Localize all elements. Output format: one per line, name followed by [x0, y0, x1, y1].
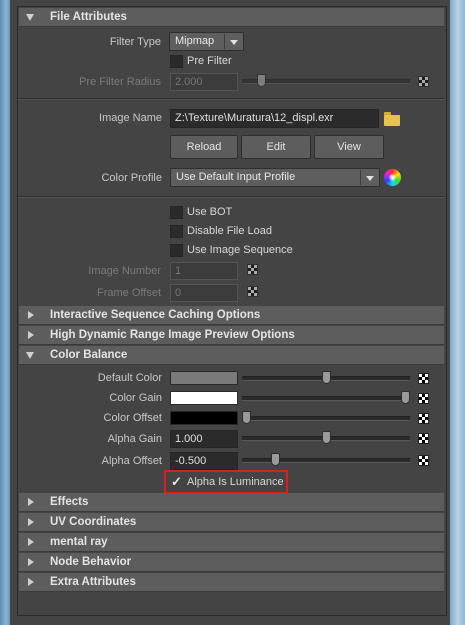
- alpha-gain-field[interactable]: 1.000: [170, 430, 238, 448]
- color-management-icon[interactable]: [384, 169, 401, 186]
- use-image-sequence-checkbox[interactable]: [170, 244, 183, 257]
- collapsed-arrow-icon: [28, 311, 34, 319]
- pre-filter-radius-slider-track[interactable]: [242, 79, 410, 84]
- collapsed-arrow-icon: [28, 558, 34, 566]
- map-button-icon[interactable]: [247, 286, 258, 297]
- reload-button[interactable]: Reload: [170, 135, 238, 159]
- default-color-label: Default Color: [97, 372, 162, 384]
- color-gain-slider-handle[interactable]: [401, 391, 410, 404]
- color-profile-label: Color Profile: [101, 172, 162, 184]
- pre-filter-radius-slider-handle[interactable]: [257, 74, 266, 87]
- dropdown-divider: [224, 34, 225, 49]
- map-button-icon[interactable]: [418, 413, 429, 424]
- section-header-file-attributes[interactable]: File Attributes: [19, 8, 444, 27]
- pre-filter-label: Pre Filter: [187, 55, 232, 67]
- alpha-offset-slider-track[interactable]: [242, 458, 410, 463]
- color-profile-value: Use Default Input Profile: [176, 171, 296, 183]
- disable-file-load-checkbox[interactable]: [170, 225, 183, 238]
- color-gain-swatch[interactable]: [170, 391, 238, 405]
- section-header-hdr-image-preview[interactable]: High Dynamic Range Image Preview Options: [19, 326, 444, 345]
- chevron-down-icon: [230, 40, 238, 45]
- map-button-icon[interactable]: [247, 264, 258, 275]
- folder-icon[interactable]: [384, 112, 400, 126]
- expanded-arrow-icon: [26, 14, 34, 21]
- frame-offset-label: Frame Offset: [97, 287, 161, 299]
- view-button[interactable]: View: [314, 135, 384, 159]
- collapsed-arrow-icon: [28, 498, 34, 506]
- color-offset-slider-handle[interactable]: [242, 411, 251, 424]
- map-button-icon[interactable]: [418, 76, 429, 87]
- collapsed-arrow-icon: [28, 538, 34, 546]
- edit-button[interactable]: Edit: [241, 135, 311, 159]
- map-button-icon[interactable]: [418, 455, 429, 466]
- section-title: mental ray: [50, 536, 108, 548]
- collapsed-arrow-icon: [28, 331, 34, 339]
- use-bot-label: Use BOT: [187, 206, 233, 218]
- dropdown-divider: [360, 170, 361, 185]
- image-number-label: Image Number: [88, 265, 161, 277]
- highlight-box: [164, 470, 288, 494]
- pre-filter-checkbox[interactable]: [170, 55, 183, 68]
- section-header-extra-attributes[interactable]: Extra Attributes: [19, 573, 444, 592]
- filter-type-dropdown[interactable]: Mipmap: [169, 32, 244, 51]
- image-number-field[interactable]: 1: [170, 262, 238, 280]
- section-title: High Dynamic Range Image Preview Options: [50, 329, 295, 341]
- section-title: Node Behavior: [50, 556, 132, 568]
- section-header-color-balance[interactable]: Color Balance: [19, 346, 444, 365]
- color-profile-dropdown[interactable]: Use Default Input Profile: [170, 168, 380, 187]
- filter-type-value: Mipmap: [175, 35, 215, 47]
- expanded-arrow-icon: [26, 352, 34, 359]
- disable-file-load-label: Disable File Load: [187, 225, 272, 237]
- color-gain-label: Color Gain: [109, 392, 162, 404]
- alpha-gain-label: Alpha Gain: [107, 433, 162, 445]
- color-offset-label: Color Offset: [103, 412, 163, 424]
- window-frame-right: [450, 0, 465, 625]
- pre-filter-radius-field[interactable]: 2.000: [170, 73, 238, 91]
- section-title: Interactive Sequence Caching Options: [50, 309, 261, 321]
- alpha-offset-slider-handle[interactable]: [270, 453, 280, 466]
- color-offset-swatch[interactable]: [170, 411, 238, 425]
- default-color-slider-handle[interactable]: [321, 371, 331, 384]
- collapsed-arrow-icon: [28, 578, 34, 586]
- map-button-icon[interactable]: [418, 373, 429, 384]
- section-header-uv-coordinates[interactable]: UV Coordinates: [19, 513, 444, 532]
- section-title: File Attributes: [50, 11, 127, 23]
- section-title: Extra Attributes: [50, 576, 136, 588]
- alpha-offset-label: Alpha Offset: [101, 455, 162, 467]
- window-frame-left: [0, 0, 10, 625]
- alpha-offset-field[interactable]: -0.500: [170, 452, 238, 470]
- color-offset-slider-track[interactable]: [242, 416, 410, 421]
- chevron-down-icon: [366, 176, 374, 181]
- frame-offset-field[interactable]: 0: [170, 284, 238, 302]
- alpha-gain-slider-handle[interactable]: [321, 431, 331, 444]
- section-header-mental-ray[interactable]: mental ray: [19, 533, 444, 552]
- section-title: Effects: [50, 496, 89, 508]
- image-name-label: Image Name: [99, 112, 162, 124]
- collapsed-arrow-icon: [28, 518, 34, 526]
- pre-filter-radius-label: Pre Filter Radius: [79, 76, 161, 88]
- separator: [19, 98, 444, 100]
- map-button-icon[interactable]: [418, 393, 429, 404]
- use-bot-checkbox[interactable]: [170, 206, 183, 219]
- map-button-icon[interactable]: [418, 433, 429, 444]
- section-title: Color Balance: [50, 349, 128, 361]
- section-header-node-behavior[interactable]: Node Behavior: [19, 553, 444, 572]
- separator: [19, 196, 444, 198]
- use-image-sequence-label: Use Image Sequence: [187, 244, 293, 256]
- filter-type-label: Filter Type: [109, 36, 161, 48]
- section-header-interactive-sequence-caching[interactable]: Interactive Sequence Caching Options: [19, 306, 444, 325]
- section-header-effects[interactable]: Effects: [19, 493, 444, 512]
- section-title: UV Coordinates: [50, 516, 137, 528]
- default-color-swatch[interactable]: [170, 371, 238, 385]
- color-gain-slider-track[interactable]: [242, 396, 410, 401]
- image-name-field[interactable]: Z:\Texture\Muratura\12_displ.exr: [170, 109, 379, 128]
